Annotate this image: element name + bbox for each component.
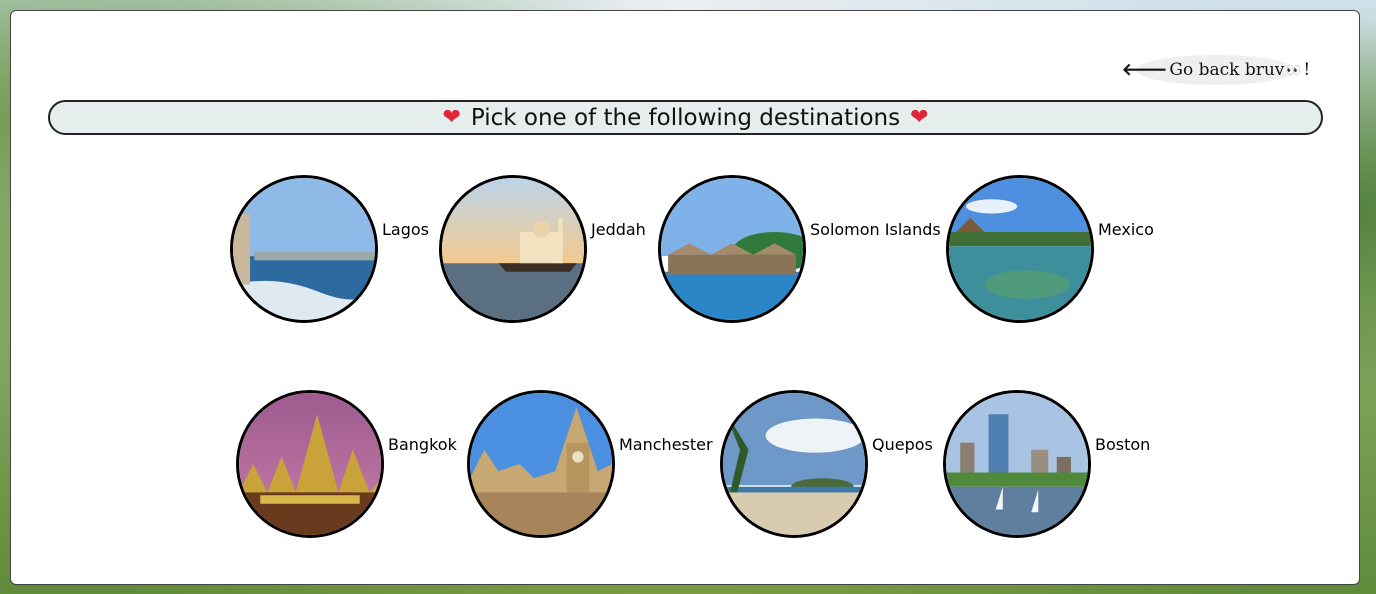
destination-image-boston[interactable]	[943, 390, 1091, 538]
destination-image-solomon-islands[interactable]	[658, 175, 806, 323]
page-title-bar: ❤ Pick one of the following destinations…	[48, 100, 1323, 135]
destination-image-manchester[interactable]	[467, 390, 615, 538]
destination-boston[interactable]: Boston	[943, 390, 1150, 538]
destination-image-mexico[interactable]	[946, 175, 1094, 323]
go-back-suffix: !	[1303, 60, 1311, 80]
destination-jeddah[interactable]: Jeddah	[439, 175, 646, 323]
destination-lagos[interactable]: Lagos	[230, 175, 429, 323]
eyes-emoji-icon: 👀	[1286, 63, 1302, 77]
page-title: Pick one of the following destinations	[470, 104, 901, 131]
destination-quepos[interactable]: Quepos	[720, 390, 933, 538]
destination-label[interactable]: Quepos	[872, 435, 933, 454]
destination-label[interactable]: Manchester	[619, 435, 713, 454]
destination-label[interactable]: Mexico	[1098, 220, 1154, 239]
destination-image-bangkok[interactable]	[236, 390, 384, 538]
destination-label[interactable]: Jeddah	[591, 220, 646, 239]
go-back-label: Go back bruv	[1169, 60, 1285, 80]
destination-label[interactable]: Bangkok	[388, 435, 457, 454]
heart-icon: ❤	[910, 105, 929, 130]
heart-icon: ❤	[442, 105, 461, 130]
destination-label[interactable]: Boston	[1095, 435, 1150, 454]
destination-image-quepos[interactable]	[720, 390, 868, 538]
destination-label[interactable]: Solomon Islands	[810, 220, 941, 239]
destination-solomon-islands[interactable]: Solomon Islands	[658, 175, 941, 323]
destination-label[interactable]: Lagos	[382, 220, 429, 239]
go-back-link[interactable]: 🡐 Go back bruv 👀 !	[1122, 55, 1310, 85]
destination-manchester[interactable]: Manchester	[467, 390, 713, 538]
destination-image-lagos[interactable]	[230, 175, 378, 323]
destination-image-jeddah[interactable]	[439, 175, 587, 323]
arrow-left-icon: 🡐	[1121, 60, 1168, 80]
destination-mexico[interactable]: Mexico	[946, 175, 1154, 323]
destination-bangkok[interactable]: Bangkok	[236, 390, 457, 538]
